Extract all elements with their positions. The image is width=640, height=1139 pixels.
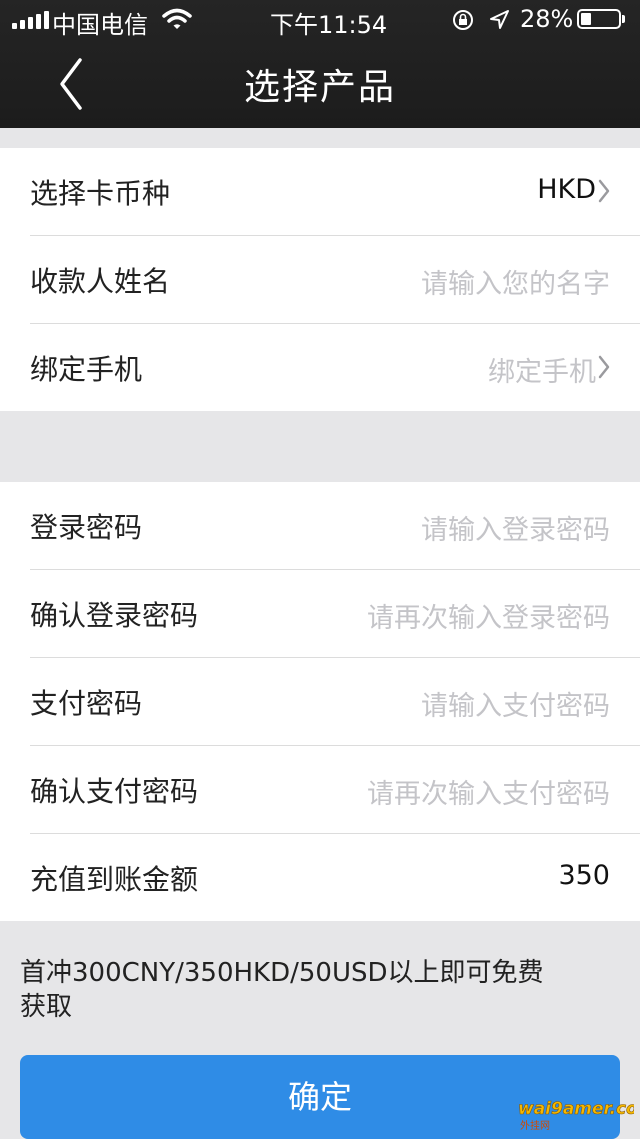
watermark-logo: wai9amer.com 外挂网 (518, 1099, 634, 1132)
recharge-amount-value[interactable]: 350 (558, 860, 610, 891)
payee-name-input[interactable]: 请输入您的名字 (421, 262, 610, 301)
row-confirm-pay-password[interactable]: 确认支付密码 请再次输入支付密码 (30, 746, 640, 834)
row-label: 确认支付密码 (30, 775, 199, 808)
status-bar: 中国电信 下午11:54 28% (0, 0, 640, 40)
rotation-lock-icon (452, 9, 474, 37)
pay-password-input[interactable]: 请输入支付密码 (421, 684, 610, 723)
row-card-currency[interactable]: 选择卡币种 HKD (30, 148, 640, 236)
promo-notice-line-1: 首冲300CNY/350HKD/50USD以上即可免费 (20, 958, 544, 988)
promo-notice-line-2: 获取 (20, 992, 73, 1022)
chevron-right-icon (598, 179, 610, 207)
battery-icon (577, 9, 625, 29)
chevron-right-icon (598, 355, 610, 383)
row-label: 确认登录密码 (30, 599, 199, 632)
row-bind-phone[interactable]: 绑定手机 绑定手机 (30, 324, 640, 411)
top-bar: 中国电信 下午11:54 28% 选择产品 (0, 0, 640, 128)
svg-text:外挂网: 外挂网 (520, 1119, 550, 1132)
row-label: 选择卡币种 (30, 177, 171, 210)
row-pay-password[interactable]: 支付密码 请输入支付密码 (30, 658, 640, 746)
row-label: 充值到账金额 (30, 863, 199, 896)
row-label: 支付密码 (30, 687, 143, 720)
promo-notice: 首冲300CNY/350HKD/50USD以上即可免费 获取 (20, 956, 620, 1024)
row-label: 登录密码 (30, 511, 143, 544)
battery-level-fill (581, 13, 591, 25)
bind-phone-value: 绑定手机 (488, 357, 596, 388)
page-title: 选择产品 (243, 67, 396, 108)
wifi-icon (162, 8, 192, 36)
form-group-account: 选择卡币种 HKD 收款人姓名 请输入您的名字 绑定手机 绑定手机 (0, 148, 640, 411)
confirm-pay-password-input[interactable]: 请再次输入支付密码 (367, 772, 610, 811)
row-label: 绑定手机 (30, 353, 143, 386)
row-label: 收款人姓名 (30, 265, 171, 298)
status-time: 下午11:54 (270, 11, 388, 39)
row-recharge-amount[interactable]: 充值到账金额 350 (30, 834, 640, 921)
location-icon (488, 9, 510, 37)
row-payee-name[interactable]: 收款人姓名 请输入您的名字 (30, 236, 640, 324)
signal-icon (12, 11, 49, 29)
carrier-name: 中国电信 (52, 11, 148, 39)
row-login-password[interactable]: 登录密码 请输入登录密码 (30, 482, 640, 570)
login-password-input[interactable]: 请输入登录密码 (421, 508, 610, 547)
row-confirm-login-password[interactable]: 确认登录密码 请再次输入登录密码 (30, 570, 640, 658)
currency-value: HKD (537, 174, 596, 205)
confirm-login-password-input[interactable]: 请再次输入登录密码 (367, 596, 610, 635)
svg-text:wai9amer.com: wai9amer.com (518, 1099, 634, 1119)
battery-percent: 28% (520, 5, 574, 33)
form-group-security: 登录密码 请输入登录密码 确认登录密码 请再次输入登录密码 支付密码 请输入支付… (0, 482, 640, 921)
